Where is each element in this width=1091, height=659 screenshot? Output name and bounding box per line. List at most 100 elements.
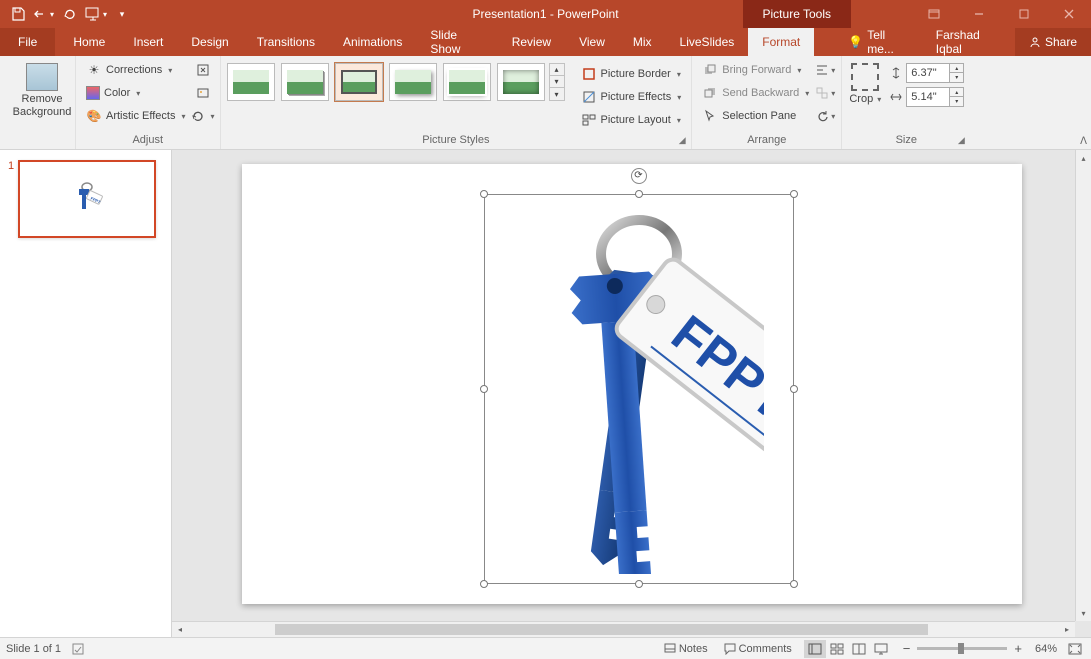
tab-insert[interactable]: Insert — [119, 28, 177, 56]
color-icon — [86, 86, 100, 100]
slideshow-view-icon[interactable] — [870, 640, 892, 658]
picture-effects-button[interactable]: Picture Effects▾ — [577, 86, 686, 108]
artistic-effects-button[interactable]: 🎨Artistic Effects▾ — [82, 105, 190, 127]
share-button[interactable]: Share — [1015, 28, 1091, 56]
comments-button[interactable]: Comments — [720, 643, 796, 655]
resize-handle-bl[interactable] — [480, 580, 488, 588]
close-icon[interactable] — [1046, 0, 1091, 28]
height-down-icon[interactable]: ▾ — [950, 73, 963, 82]
send-backward-button[interactable]: Send Backward▾ — [698, 82, 813, 104]
group-button[interactable]: ▾ — [815, 82, 835, 104]
notes-button[interactable]: Notes — [660, 643, 712, 655]
picture-border-button[interactable]: Picture Border▾ — [577, 63, 686, 85]
tab-transitions[interactable]: Transitions — [243, 28, 329, 56]
user-account[interactable]: Farshad Iqbal — [922, 28, 1015, 56]
resize-handle-t[interactable] — [635, 190, 643, 198]
reading-view-icon[interactable] — [848, 640, 870, 658]
height-up-icon[interactable]: ▴ — [950, 64, 963, 73]
height-spinner[interactable]: 6.37"▴▾ — [888, 63, 964, 83]
artistic-icon: 🎨 — [86, 108, 102, 124]
start-from-beginning-icon[interactable]: ▾ — [84, 2, 108, 26]
style-item-5[interactable] — [443, 63, 491, 101]
color-button[interactable]: Color▾ — [82, 82, 190, 104]
comments-icon — [724, 643, 736, 655]
width-down-icon[interactable]: ▾ — [950, 97, 963, 106]
gallery-more-icon[interactable]: ▾ — [550, 88, 564, 100]
picture-styles-launcher-icon[interactable]: ◢ — [675, 133, 689, 147]
tab-liveslides[interactable]: LiveSlides — [666, 28, 749, 56]
corrections-button[interactable]: ☀Corrections▾ — [82, 59, 190, 81]
bring-forward-button[interactable]: Bring Forward▾ — [698, 59, 813, 81]
tab-slideshow[interactable]: Slide Show — [416, 28, 497, 56]
gallery-down-icon[interactable]: ▾ — [550, 76, 564, 88]
scroll-right-icon[interactable]: ▸ — [1059, 622, 1075, 637]
tab-view[interactable]: View — [565, 28, 619, 56]
scroll-down-icon[interactable]: ▾ — [1076, 605, 1091, 621]
change-picture-button[interactable] — [192, 82, 214, 104]
save-icon[interactable] — [6, 2, 30, 26]
remove-background-button[interactable]: Remove Background — [6, 59, 78, 119]
size-launcher-icon[interactable]: ◢ — [954, 133, 968, 147]
picture-selection[interactable]: ⟳ — [484, 194, 794, 584]
tab-design[interactable]: Design — [177, 28, 242, 56]
spellcheck-icon[interactable] — [71, 642, 85, 656]
tab-mix[interactable]: Mix — [619, 28, 666, 56]
style-item-6[interactable] — [497, 63, 545, 101]
reset-picture-button[interactable]: ▾ — [192, 105, 214, 127]
height-value[interactable]: 6.37" — [907, 67, 949, 79]
rotate-button[interactable]: ▾ — [815, 105, 835, 127]
horizontal-scrollbar[interactable]: ◂ ▸ — [172, 621, 1075, 637]
qat-customize-icon[interactable]: ▾ — [110, 2, 134, 26]
resize-handle-b[interactable] — [635, 580, 643, 588]
style-item-4[interactable] — [389, 63, 437, 101]
width-up-icon[interactable]: ▴ — [950, 88, 963, 97]
compress-pictures-button[interactable] — [192, 59, 214, 81]
width-value[interactable]: 5.14" — [907, 91, 949, 103]
resize-handle-tl[interactable] — [480, 190, 488, 198]
crop-button[interactable]: Crop▾ — [848, 63, 882, 105]
style-item-3[interactable] — [335, 63, 383, 101]
tab-review[interactable]: Review — [498, 28, 565, 56]
slide-canvas[interactable]: ⟳ — [242, 164, 1022, 604]
resize-handle-l[interactable] — [480, 385, 488, 393]
width-spinner[interactable]: 5.14"▴▾ — [888, 87, 964, 107]
tell-me-search[interactable]: 💡Tell me... — [834, 28, 922, 56]
zoom-out-icon[interactable]: − — [900, 641, 914, 656]
maximize-icon[interactable] — [1001, 0, 1046, 28]
slide-indicator[interactable]: Slide 1 of 1 — [6, 643, 61, 655]
tab-home[interactable]: Home — [59, 28, 119, 56]
zoom-slider-thumb[interactable] — [958, 643, 964, 654]
undo-icon[interactable]: ▾ — [32, 2, 56, 26]
scroll-up-icon[interactable]: ▴ — [1076, 150, 1091, 166]
group-icon — [815, 86, 829, 100]
tab-format[interactable]: Format — [748, 28, 814, 56]
zoom-slider-track[interactable] — [917, 647, 1007, 650]
rotate-handle-icon[interactable]: ⟳ — [631, 168, 647, 184]
compress-icon — [196, 62, 210, 78]
resize-handle-br[interactable] — [790, 580, 798, 588]
redo-icon[interactable] — [58, 2, 82, 26]
selection-pane-button[interactable]: Selection Pane — [698, 105, 813, 127]
scroll-left-icon[interactable]: ◂ — [172, 622, 188, 637]
slide-thumbnail-1[interactable]: FPPT — [18, 160, 156, 238]
zoom-in-icon[interactable]: + — [1011, 641, 1025, 656]
zoom-level[interactable]: 64% — [1035, 643, 1057, 655]
picture-layout-button[interactable]: Picture Layout▾ — [577, 109, 686, 131]
minimize-icon[interactable] — [956, 0, 1001, 28]
style-item-2[interactable] — [281, 63, 329, 101]
scroll-h-track[interactable] — [188, 622, 1059, 637]
tab-file[interactable]: File — [0, 28, 55, 56]
tab-animations[interactable]: Animations — [329, 28, 416, 56]
ribbon-display-icon[interactable] — [911, 0, 956, 28]
align-button[interactable]: ▾ — [815, 59, 835, 81]
style-item-1[interactable] — [227, 63, 275, 101]
normal-view-icon[interactable] — [804, 640, 826, 658]
scroll-h-thumb[interactable] — [275, 624, 928, 635]
resize-handle-r[interactable] — [790, 385, 798, 393]
vertical-scrollbar[interactable]: ▴ ▾ — [1075, 150, 1091, 621]
gallery-up-icon[interactable]: ▴ — [550, 64, 564, 76]
resize-handle-tr[interactable] — [790, 190, 798, 198]
sorter-view-icon[interactable] — [826, 640, 848, 658]
collapse-ribbon-icon[interactable]: ᐱ — [1080, 136, 1087, 147]
fit-to-window-icon[interactable] — [1065, 643, 1085, 655]
